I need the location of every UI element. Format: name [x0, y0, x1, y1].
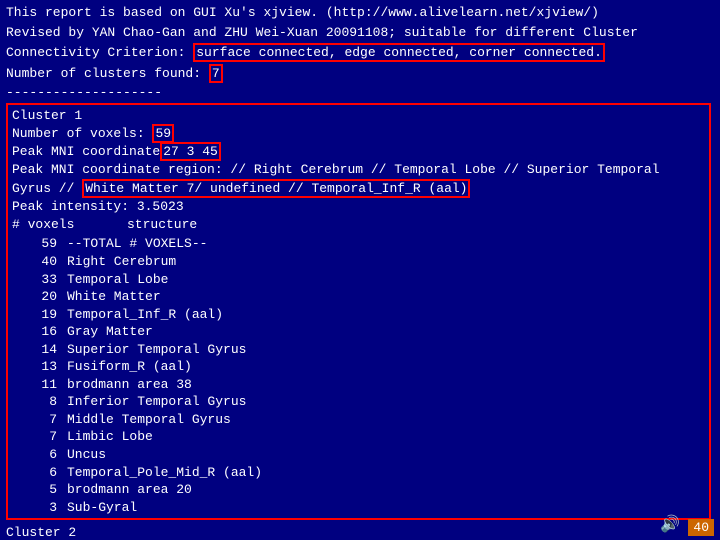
structure-cell: Superior Temporal Gyrus: [67, 341, 246, 359]
voxels-cell: 16: [12, 323, 67, 341]
table-row: 6 Temporal_Pole_Mid_R (aal): [12, 464, 705, 482]
voxels-cell: 6: [12, 464, 67, 482]
cluster1-peak-mni: Peak MNI coordinate27 3 45: [12, 143, 705, 161]
voxels-cell: 14: [12, 341, 67, 359]
cluster1-label: Cluster 1: [12, 107, 705, 125]
table-row: 16 Gray Matter: [12, 323, 705, 341]
table-row: 3 Sub-Gyral: [12, 499, 705, 517]
table-row: 20 White Matter: [12, 288, 705, 306]
table-row: 33 Temporal Lobe: [12, 271, 705, 289]
voxels-cell: 19: [12, 306, 67, 324]
cluster1-section: Cluster 1 Number of voxels: 59 Peak MNI …: [6, 103, 711, 520]
connectivity-highlight: surface connected, edge connected, corne…: [193, 43, 605, 62]
cluster1-voxels: Number of voxels: 59: [12, 125, 705, 143]
table-row: 11 brodmann area 38: [12, 376, 705, 394]
table-col2-header: structure: [77, 216, 197, 234]
structure-cell: Temporal_Inf_R (aal): [67, 306, 223, 324]
header-line1: This report is based on GUI Xu's xjview.…: [6, 4, 714, 22]
voxel-count-box: 59: [152, 124, 174, 143]
voxels-cell: 7: [12, 411, 67, 429]
structure-cell: brodmann area 20: [67, 481, 192, 499]
voxels-cell: 13: [12, 358, 67, 376]
table-row: 8 Inferior Temporal Gyrus: [12, 393, 705, 411]
header-line2: Revised by YAN Chao-Gan and ZHU Wei-Xuan…: [6, 24, 714, 42]
table-row: 59 --TOTAL # VOXELS--: [12, 235, 705, 253]
cluster1-table: 59 --TOTAL # VOXELS-- 40 Right Cerebrum …: [12, 235, 705, 516]
structure-cell: Uncus: [67, 446, 106, 464]
cluster2-label: Cluster 2: [6, 525, 714, 540]
structure-cell: Gray Matter: [67, 323, 153, 341]
cluster1-peak-intensity: Peak intensity: 3.5023: [12, 198, 705, 216]
voxels-cell: 8: [12, 393, 67, 411]
structure-cell: Limbic Lobe: [67, 428, 153, 446]
structure-cell: brodmann area 38: [67, 376, 192, 394]
table-row: 7 Middle Temporal Gyrus: [12, 411, 705, 429]
structure-cell: Right Cerebrum: [67, 253, 176, 271]
page-number: 40: [688, 519, 714, 536]
header-line3: Connectivity Criterion: surface connecte…: [6, 44, 714, 62]
voxels-cell: 20: [12, 288, 67, 306]
structure-cell: Inferior Temporal Gyrus: [67, 393, 246, 411]
voxels-cell: 33: [12, 271, 67, 289]
structure-cell: White Matter: [67, 288, 161, 306]
peak-coords-box: 27 3 45: [160, 142, 221, 161]
structure-cell: Temporal_Pole_Mid_R (aal): [67, 464, 262, 482]
structure-cell: Temporal Lobe: [67, 271, 168, 289]
structure-cell: Fusiform_R (aal): [67, 358, 192, 376]
structure-cell: --TOTAL # VOXELS--: [67, 235, 207, 253]
table-row: 40 Right Cerebrum: [12, 253, 705, 271]
divider: --------------------: [6, 85, 714, 100]
main-content: This report is based on GUI Xu's xjview.…: [0, 0, 720, 540]
table-row: 7 Limbic Lobe: [12, 428, 705, 446]
voxels-cell: 11: [12, 376, 67, 394]
table-row: 6 Uncus: [12, 446, 705, 464]
voxels-cell: 6: [12, 446, 67, 464]
voxels-cell: 40: [12, 253, 67, 271]
speaker-icon[interactable]: 🔊: [660, 514, 680, 534]
cluster2-section: Cluster 2 Number of voxels: 98 Peak MNI …: [6, 525, 714, 540]
table-row: 13 Fusiform_R (aal): [12, 358, 705, 376]
table-header-row: # voxels structure: [12, 216, 705, 234]
cluster1-peak-region1: Peak MNI coordinate region: // Right Cer…: [12, 161, 705, 179]
table-row: 5 brodmann area 20: [12, 481, 705, 499]
structure-cell: Middle Temporal Gyrus: [67, 411, 231, 429]
table-col1-header: # voxels: [12, 216, 77, 234]
structure-cell: Sub-Gyral: [67, 499, 137, 517]
cluster-count-highlight: 7: [209, 64, 223, 83]
voxels-cell: 3: [12, 499, 67, 517]
white-matter-highlight: White Matter 7/ undefined // Temporal_In…: [82, 179, 470, 198]
table-row: 14 Superior Temporal Gyrus: [12, 341, 705, 359]
cluster1-peak-region2: Gyrus // White Matter 7/ undefined // Te…: [12, 180, 705, 198]
header-line4: Number of clusters found: 7: [6, 65, 714, 83]
voxels-cell: 7: [12, 428, 67, 446]
voxels-cell: 59: [12, 235, 67, 253]
voxels-cell: 5: [12, 481, 67, 499]
table-row: 19 Temporal_Inf_R (aal): [12, 306, 705, 324]
